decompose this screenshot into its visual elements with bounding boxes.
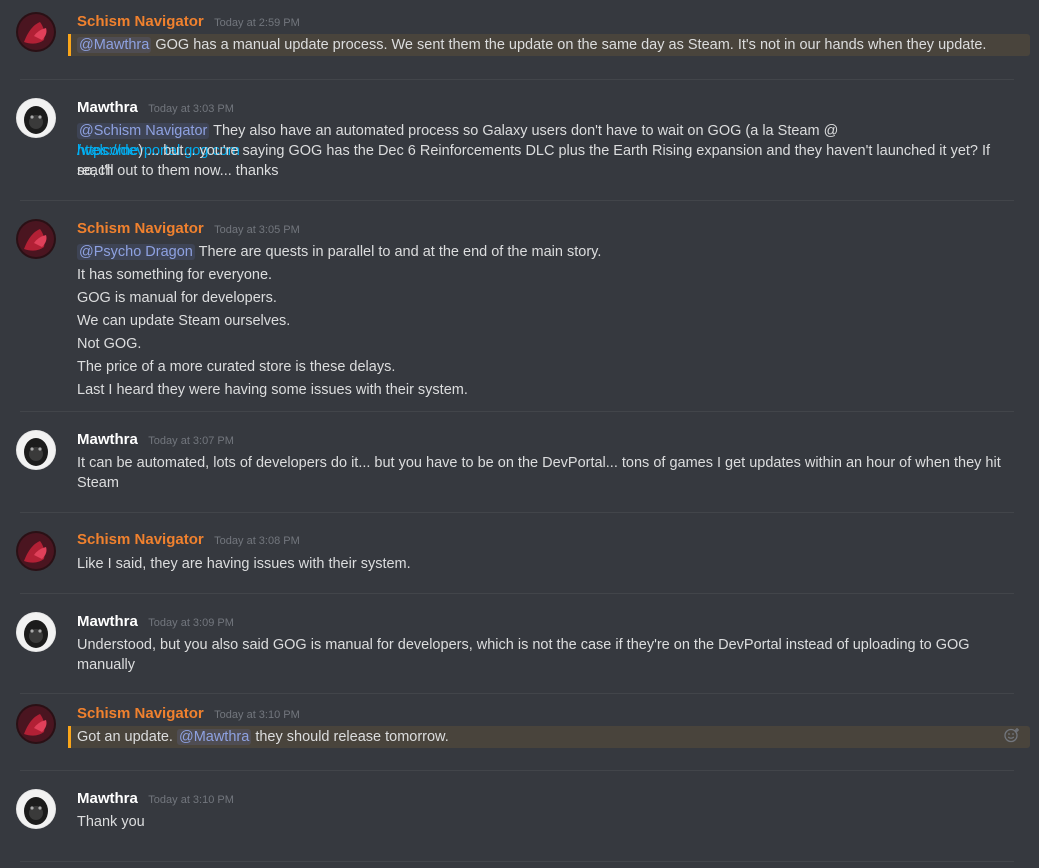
- avatar[interactable]: [16, 531, 56, 571]
- user-mention[interactable]: @Mawthra: [77, 37, 152, 53]
- message-header: Schism Navigator Today at 3:05 PM: [77, 220, 300, 242]
- message-divider: [20, 512, 1014, 513]
- username[interactable]: Mawthra: [77, 613, 138, 630]
- user-mention[interactable]: @Schism Navigator: [77, 123, 210, 139]
- message-divider: [20, 411, 1014, 412]
- message-text: Thank you: [77, 814, 145, 830]
- message-divider: [20, 861, 1014, 862]
- message-line: Last I heard they were having some issue…: [77, 382, 468, 398]
- message-line: Not GOG.: [77, 336, 142, 352]
- username[interactable]: Mawthra: [77, 790, 138, 807]
- message-text: They also have an automated process so G…: [209, 123, 839, 139]
- message-text: Understood, but you also said GOG is man…: [77, 637, 970, 653]
- message-text: GOG has a manual update process. We sent…: [151, 37, 987, 53]
- message-line: GOG is manual for developers.: [77, 290, 277, 306]
- message-header: Mawthra Today at 3:07 PM: [77, 431, 234, 453]
- message-header: Mawthra Today at 3:09 PM: [77, 613, 234, 635]
- username[interactable]: Schism Navigator: [77, 13, 204, 30]
- username[interactable]: Schism Navigator: [77, 220, 204, 237]
- timestamp[interactable]: Today at 3:07 PM: [148, 435, 234, 447]
- message-content: @Psycho Dragon There are quests in paral…: [77, 241, 1002, 402]
- message-content: @Schism Navigator They also have an auto…: [77, 121, 1002, 181]
- timestamp[interactable]: Today at 3:10 PM: [148, 794, 234, 806]
- message-text: they should release tomorrow.: [251, 729, 449, 745]
- username[interactable]: Schism Navigator: [77, 531, 204, 548]
- timestamp[interactable]: Today at 3:09 PM: [148, 617, 234, 629]
- message-text: Steam: [77, 475, 119, 491]
- message-line: We can update Steam ourselves.: [77, 313, 291, 329]
- message-line: The price of a more curated store is the…: [77, 359, 396, 375]
- user-mention[interactable]: @Psycho Dragon: [77, 244, 195, 260]
- timestamp[interactable]: Today at 3:10 PM: [214, 709, 300, 721]
- avatar[interactable]: [16, 430, 56, 470]
- message-text: There are quests in parallel to and at t…: [194, 244, 602, 260]
- message-divider: [20, 79, 1014, 80]
- username[interactable]: Mawthra: [77, 431, 138, 448]
- message-content: It can be automated, lots of developers …: [77, 453, 1002, 493]
- message-line: It has something for everyone.: [77, 267, 273, 283]
- message-header: Mawthra Today at 3:03 PM: [77, 99, 234, 121]
- avatar[interactable]: [16, 704, 56, 744]
- message-content: Like I said, they are having issues with…: [77, 553, 1002, 576]
- username[interactable]: Schism Navigator: [77, 705, 204, 722]
- message-text: Got an update.: [77, 729, 177, 745]
- message-divider: [20, 693, 1014, 694]
- message-content: Got an update. @Mawthra they should rele…: [77, 726, 1002, 749]
- avatar[interactable]: [16, 612, 56, 652]
- username[interactable]: Mawthra: [77, 99, 138, 116]
- message-content: Understood, but you also said GOG is man…: [77, 635, 1002, 675]
- message-text: Like I said, they are having issues with…: [77, 556, 411, 572]
- message-content: @Mawthra GOG has a manual update process…: [77, 34, 1002, 57]
- chat-messages: Schism Navigator Today at 2:59 PM @Mawth…: [0, 0, 1039, 868]
- message-divider: [20, 593, 1014, 594]
- timestamp[interactable]: Today at 3:03 PM: [148, 103, 234, 115]
- avatar[interactable]: [16, 789, 56, 829]
- message-header: Schism Navigator Today at 3:10 PM: [77, 705, 300, 727]
- message-divider: [20, 770, 1014, 771]
- add-reaction-icon[interactable]: [1004, 727, 1020, 743]
- avatar[interactable]: [16, 12, 56, 52]
- message-text: It can be automated, lots of developers …: [77, 455, 1001, 471]
- message-divider: [20, 200, 1014, 201]
- avatar[interactable]: [16, 98, 56, 138]
- message-content: Thank you: [77, 811, 1002, 834]
- timestamp[interactable]: Today at 3:05 PM: [214, 224, 300, 236]
- user-mention[interactable]: @Mawthra: [176, 729, 252, 745]
- timestamp[interactable]: Today at 3:08 PM: [214, 535, 300, 547]
- message-header: Mawthra Today at 3:10 PM: [77, 790, 234, 812]
- avatar[interactable]: [16, 219, 56, 259]
- message-text: reach out to them now... thanks: [77, 163, 279, 179]
- timestamp[interactable]: Today at 2:59 PM: [214, 17, 300, 29]
- message-header: Schism Navigator Today at 2:59 PM: [77, 13, 300, 35]
- devportal-link-continued[interactable]: /welcome: [77, 143, 138, 159]
- message-text: manually: [77, 657, 136, 673]
- message-header: Schism Navigator Today at 3:08 PM: [77, 531, 300, 553]
